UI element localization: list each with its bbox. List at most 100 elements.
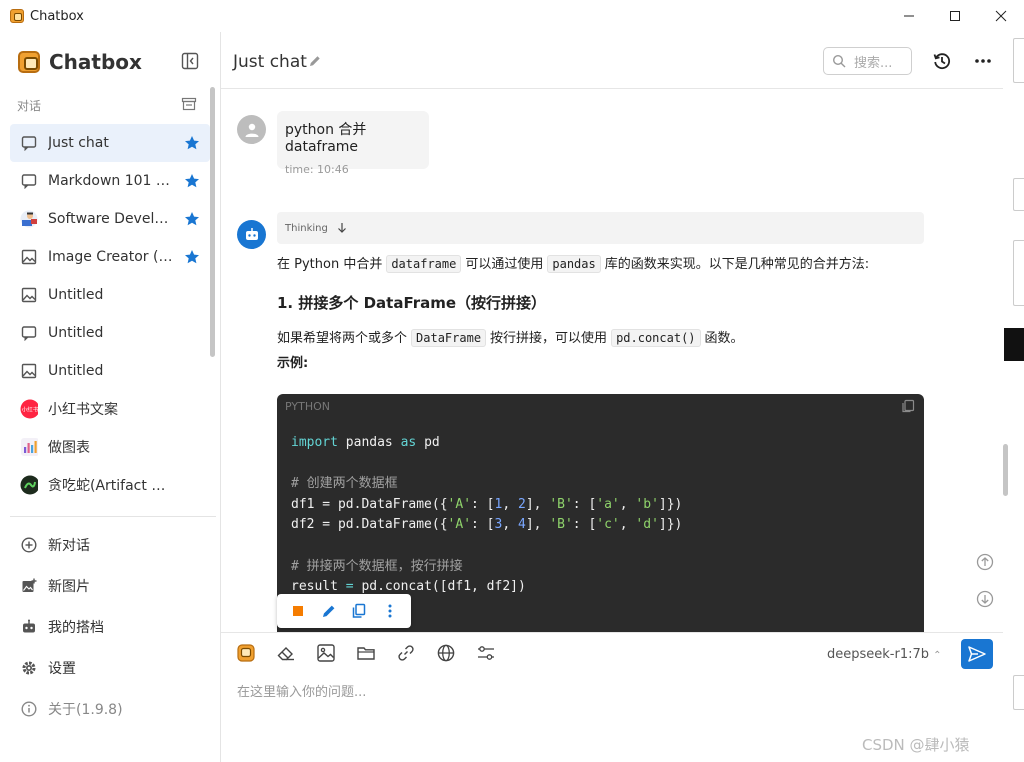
star-button[interactable] bbox=[184, 211, 200, 227]
brand-name: Chatbox bbox=[49, 50, 142, 74]
copy-message-button[interactable] bbox=[350, 600, 370, 622]
chat-settings-button[interactable] bbox=[475, 642, 497, 664]
code-token: , bbox=[502, 496, 518, 512]
minimize-button[interactable] bbox=[886, 0, 932, 32]
code-token: ]}) bbox=[658, 496, 683, 512]
more-message-actions-button[interactable] bbox=[380, 600, 400, 622]
code-token: , bbox=[619, 496, 636, 512]
star-button[interactable] bbox=[184, 135, 200, 151]
globe-icon bbox=[437, 644, 455, 662]
send-button[interactable] bbox=[961, 639, 993, 669]
conversation-item[interactable]: 贪吃蛇(Artifact Example) bbox=[10, 466, 210, 504]
clear-conversations-button[interactable] bbox=[181, 96, 197, 112]
attach-file-button[interactable] bbox=[355, 642, 377, 664]
code-token: 'A' bbox=[447, 517, 472, 533]
conversation-label: Software Develop… bbox=[48, 211, 174, 227]
close-window-button[interactable] bbox=[978, 0, 1024, 32]
code-token: : [ bbox=[572, 496, 597, 512]
background-window-element bbox=[1013, 675, 1024, 710]
sidebar-menu-item[interactable]: 关于(1.9.8) bbox=[10, 688, 210, 729]
send-icon bbox=[968, 646, 986, 662]
copy-icon bbox=[353, 603, 366, 618]
conversation-item[interactable]: 做图表 bbox=[10, 428, 210, 466]
more-vertical-icon bbox=[388, 604, 392, 618]
sidebar: Chatbox 对话 Just chat Markdown 101 (E… Soft… bbox=[0, 32, 221, 762]
search-icon bbox=[832, 54, 846, 68]
model-selector[interactable]: deepseek-r1:7b ⌃ bbox=[827, 647, 942, 662]
star-icon bbox=[185, 136, 199, 150]
maximize-icon bbox=[950, 11, 960, 21]
scroll-to-bottom-button[interactable] bbox=[976, 590, 994, 608]
stop-icon bbox=[292, 606, 303, 616]
user-message: python 合并dataframe time: 10:46 bbox=[277, 111, 429, 176]
robot-icon bbox=[245, 227, 258, 240]
copy-code-button[interactable] bbox=[901, 399, 915, 413]
input-toolbar bbox=[235, 642, 515, 664]
star-icon bbox=[185, 174, 199, 188]
conversation-label: Untitled bbox=[48, 287, 104, 303]
image-icon bbox=[20, 248, 38, 266]
link-icon bbox=[398, 645, 414, 661]
sidebar-menu-item[interactable]: 我的搭档 bbox=[10, 606, 210, 647]
clear-context-button[interactable] bbox=[275, 642, 297, 664]
chatbox-app-icon bbox=[10, 9, 24, 23]
star-button[interactable] bbox=[184, 249, 200, 265]
code-token: , bbox=[619, 517, 636, 533]
eraser-icon bbox=[277, 647, 294, 661]
sidebar-scrollbar[interactable] bbox=[210, 87, 215, 357]
folder-icon bbox=[357, 647, 375, 660]
conversation-item[interactable]: Untitled bbox=[10, 314, 210, 352]
close-icon bbox=[995, 10, 1007, 22]
conversation-item[interactable]: Software Develop… bbox=[10, 200, 210, 238]
sidebar-menu-item[interactable]: 设置 bbox=[10, 647, 210, 688]
code-token: 'a' bbox=[596, 496, 620, 512]
edit-message-button[interactable] bbox=[319, 600, 339, 622]
sidebar-collapse-icon bbox=[181, 52, 199, 70]
conversation-item[interactable]: Markdown 101 (E… bbox=[10, 162, 210, 200]
attach-link-button[interactable] bbox=[395, 642, 417, 664]
user-avatar bbox=[237, 115, 266, 144]
copy-icon bbox=[902, 399, 915, 413]
window-title: Chatbox bbox=[30, 8, 84, 24]
stop-generating-button[interactable] bbox=[288, 600, 308, 622]
star-button[interactable] bbox=[184, 173, 200, 189]
edit-title-button[interactable] bbox=[308, 54, 322, 68]
conversation-item[interactable]: Image Creator (E… bbox=[10, 238, 210, 276]
svg-text:小红书: 小红书 bbox=[22, 406, 38, 414]
model-name: deepseek-r1:7b bbox=[827, 647, 930, 662]
web-search-button[interactable] bbox=[435, 642, 457, 664]
message-input[interactable]: 在这里输入你的问题... bbox=[237, 681, 366, 700]
menu-item-label: 新对话 bbox=[48, 537, 90, 554]
robot-icon bbox=[20, 618, 38, 636]
code-token: : [ bbox=[471, 496, 495, 512]
menu-item-label: 关于(1.9.8) bbox=[48, 701, 123, 718]
intro-text-b: 可以通过使用 bbox=[465, 257, 544, 272]
maximize-button[interactable] bbox=[932, 0, 978, 32]
more-options-button[interactable] bbox=[973, 51, 993, 71]
chat-bubble-icon bbox=[20, 324, 38, 342]
user-message-time: time: 10:46 bbox=[285, 163, 349, 176]
conversation-list: Just chat Markdown 101 (E… Software Develo… bbox=[10, 124, 210, 504]
conversation-item[interactable]: Just chat bbox=[10, 124, 210, 162]
conversation-label: 贪吃蛇(Artifact Example) bbox=[48, 478, 174, 494]
search-button[interactable]: 搜索... bbox=[823, 47, 912, 75]
chatbox-app-button[interactable] bbox=[235, 642, 257, 664]
sidebar-menu-item[interactable]: 新对话 bbox=[10, 524, 210, 565]
scroll-to-top-button[interactable] bbox=[976, 553, 994, 571]
code-comment: # 创建两个数据框 bbox=[291, 476, 398, 492]
collapse-sidebar-button[interactable] bbox=[181, 52, 199, 70]
conversation-item[interactable]: Untitled bbox=[10, 276, 210, 314]
history-icon bbox=[933, 53, 951, 70]
menu-item-label: 新图片 bbox=[48, 578, 90, 595]
code-token: 'A' bbox=[447, 496, 472, 512]
message-list: python 合并dataframe time: 10:46 Thinking … bbox=[221, 90, 1003, 632]
thinking-toggle[interactable]: Thinking bbox=[277, 212, 924, 244]
sidebar-menu-item[interactable]: 新图片 bbox=[10, 565, 210, 606]
history-button[interactable] bbox=[932, 51, 952, 71]
conversation-item[interactable]: 小红书 小红书文案 bbox=[10, 390, 210, 428]
attach-image-button[interactable] bbox=[315, 642, 337, 664]
csdn-credit: CSDN @肆小猿 bbox=[862, 736, 970, 754]
info-icon bbox=[20, 700, 38, 718]
conversation-item[interactable]: Untitled bbox=[10, 352, 210, 390]
code-token: pd bbox=[416, 435, 440, 450]
